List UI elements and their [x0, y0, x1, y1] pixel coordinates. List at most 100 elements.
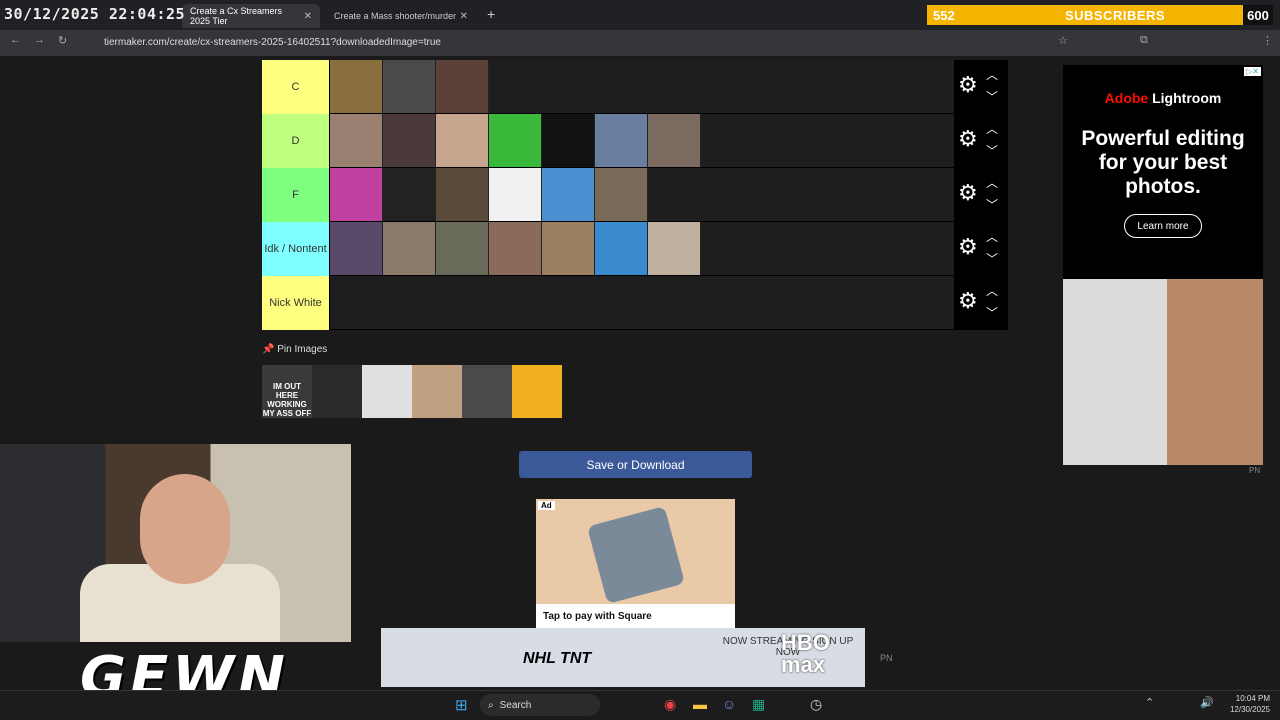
streamer-thumbnail[interactable] [489, 114, 542, 167]
ad-badge: PN [880, 653, 893, 663]
tray-chevron-icon[interactable]: ⌃ [1145, 696, 1154, 709]
ad-choices-icon[interactable]: ▷✕ [1244, 67, 1261, 76]
streamer-thumbnail[interactable] [330, 222, 383, 275]
close-tab-icon[interactable]: ✕ [304, 11, 312, 22]
tab-title: Create a Cx Streamers 2025 Tier [190, 6, 283, 26]
windows-taskbar [0, 690, 1280, 720]
streamer-thumbnail[interactable] [489, 168, 542, 221]
tier-label[interactable]: C [262, 60, 329, 114]
pin-images-row: IM OUT HERE WORKING MY ASS OFF [262, 365, 562, 418]
streamer-thumbnail[interactable] [436, 60, 489, 113]
subscriber-goal-bar: 552 SUBSCRIBERS 600 [927, 5, 1273, 25]
chevron-up-icon[interactable]: ︿ [986, 66, 998, 83]
gear-icon[interactable]: ⚙ [958, 182, 978, 204]
gear-icon[interactable]: ⚙ [958, 236, 978, 258]
streamer-thumbnail[interactable] [595, 168, 648, 221]
streamer-head [140, 474, 230, 584]
streamer-thumbnail[interactable] [595, 222, 648, 275]
clock-time: 10:04 PM [1235, 694, 1270, 703]
windows-start-icon[interactable]: ⊞ [455, 696, 468, 714]
close-tab-icon[interactable]: ✕ [460, 11, 468, 22]
streamer-thumbnail[interactable] [489, 222, 542, 275]
square-ad[interactable]: Ad Tap to pay with Square [536, 499, 735, 628]
ad-badge: PN [1249, 466, 1261, 475]
pin-thumbnail[interactable]: IM OUT HERE WORKING MY ASS OFF [262, 365, 312, 418]
ad-headline: Powerful editing for your best photos. [1081, 127, 1245, 198]
chrome-icon[interactable]: ◉ [664, 696, 676, 713]
learn-more-button[interactable]: Learn more [1124, 214, 1202, 238]
taskbar-search[interactable]: ⌕ Search [480, 694, 600, 716]
excel-icon[interactable]: ▦ [752, 696, 765, 713]
forward-icon[interactable]: → [34, 34, 45, 46]
streamer-thumbnail[interactable] [542, 114, 595, 167]
volume-icon[interactable]: 🔊 [1200, 696, 1214, 709]
tier-images [329, 60, 954, 113]
banner-right-text: HBO max [781, 630, 830, 677]
taskbar-clock[interactable]: 10:04 PM 12/30/2025 [1226, 693, 1270, 715]
tier-controls: ⚙ ︿ ﹀ [954, 60, 1008, 113]
tier-label[interactable]: D [262, 114, 329, 168]
tab-second[interactable]: Create a Mass shooter/murder ✕ [326, 4, 476, 28]
ad-caption: Tap to pay with Square [536, 604, 735, 628]
reload-icon[interactable]: ↻ [58, 34, 67, 47]
back-icon[interactable]: ← [10, 34, 21, 46]
tier-images [329, 276, 954, 329]
gear-icon[interactable]: ⚙ [958, 128, 978, 150]
chevron-up-icon[interactable]: ︿ [986, 174, 998, 191]
streamer-thumbnail[interactable] [330, 168, 383, 221]
streamer-thumbnail[interactable] [383, 60, 436, 113]
clock-app-icon[interactable]: ◷ [810, 696, 822, 713]
streamer-thumbnail[interactable] [383, 114, 436, 167]
streamer-thumbnail[interactable] [436, 222, 489, 275]
chevron-down-icon[interactable]: ﹀ [986, 196, 998, 213]
pin-thumbnail[interactable] [412, 365, 462, 418]
discord-icon[interactable]: ☺ [722, 696, 736, 712]
save-or-download-button[interactable]: Save or Download [519, 451, 752, 478]
clock-date: 12/30/2025 [1229, 705, 1270, 714]
new-tab-button[interactable]: + [487, 6, 495, 22]
streamer-thumbnail[interactable] [330, 114, 383, 167]
pin-images-heading: 📌 Pin Images [262, 344, 327, 355]
chevron-down-icon[interactable]: ﹀ [986, 88, 998, 105]
streamer-thumbnail[interactable] [542, 168, 595, 221]
tab-tiermaker[interactable]: Create a Cx Streamers 2025 Tier ✕ [182, 4, 320, 28]
streamer-thumbnail[interactable] [648, 222, 701, 275]
chevron-down-icon[interactable]: ﹀ [986, 304, 998, 321]
streamer-thumbnail[interactable] [383, 168, 436, 221]
streamer-thumbnail[interactable] [436, 114, 489, 167]
chevron-up-icon[interactable]: ︿ [986, 282, 998, 299]
pin-thumbnail[interactable] [512, 365, 562, 418]
pin-images-label: Pin Images [277, 344, 328, 355]
hbo-max-banner-ad[interactable]: NHL TNT NOW STREAMING SIGN UP NOW HBO ma… [381, 628, 865, 687]
bookmark-star-icon[interactable]: ☆ [1058, 34, 1068, 47]
tier-row: F ⚙ ︿ ﹀ [262, 168, 1008, 222]
streamer-thumbnail[interactable] [330, 60, 383, 113]
pin-thumbnail[interactable] [312, 365, 362, 418]
gear-icon[interactable]: ⚙ [958, 290, 978, 312]
tier-label[interactable]: F [262, 168, 329, 222]
pin-thumbnail[interactable] [462, 365, 512, 418]
tier-label[interactable]: Nick White [262, 276, 329, 330]
chevron-up-icon[interactable]: ︿ [986, 120, 998, 137]
chevron-down-icon[interactable]: ﹀ [986, 142, 998, 159]
chevron-up-icon[interactable]: ︿ [986, 228, 998, 245]
pin-thumbnail[interactable] [362, 365, 412, 418]
lightroom-ad[interactable]: ▷✕ Adobe Lightroom Powerful editing for … [1063, 65, 1263, 465]
url-field[interactable]: tiermaker.com/create/cx-streamers-2025-1… [86, 33, 1086, 51]
streamer-thumbnail[interactable] [595, 114, 648, 167]
ad-photo [1063, 279, 1263, 465]
tier-images [329, 168, 954, 221]
chevron-down-icon[interactable]: ﹀ [986, 250, 998, 267]
tier-controls: ⚙ ︿ ﹀ [954, 168, 1008, 221]
streamer-thumbnail[interactable] [436, 168, 489, 221]
file-explorer-icon[interactable]: ▬ [693, 696, 707, 712]
gear-icon[interactable]: ⚙ [958, 74, 978, 96]
tier-controls: ⚙ ︿ ﹀ [954, 222, 1008, 275]
streamer-thumbnail[interactable] [383, 222, 436, 275]
streamer-thumbnail[interactable] [648, 114, 701, 167]
webcam-feed [0, 444, 351, 642]
menu-icon[interactable]: ⋮ [1262, 34, 1273, 47]
extensions-icon[interactable]: ⧉ [1140, 34, 1148, 47]
streamer-thumbnail[interactable] [542, 222, 595, 275]
tier-label[interactable]: Idk / Nontent [262, 222, 329, 276]
